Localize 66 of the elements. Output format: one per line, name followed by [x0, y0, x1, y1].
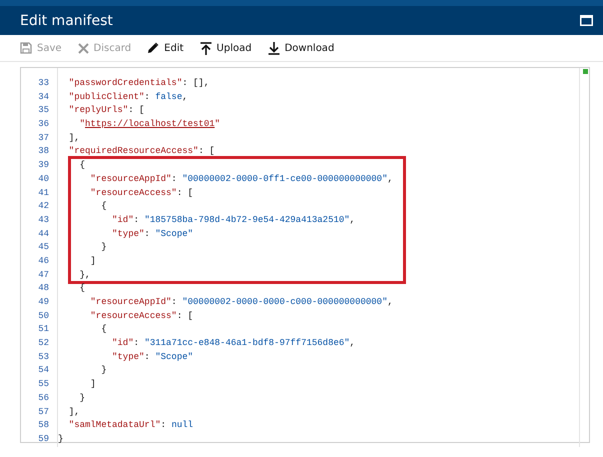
code-line: }, [78, 268, 90, 282]
download-icon [268, 42, 280, 54]
line-number: 37 [37, 132, 50, 145]
code-line: } [78, 392, 86, 405]
line-number: 53 [37, 350, 50, 364]
line-number: 36 [37, 118, 50, 132]
scrollbar[interactable] [579, 68, 589, 447]
line-number: 48 [37, 282, 50, 296]
line-number: 40 [37, 172, 50, 186]
save-icon [20, 42, 32, 54]
line-number: 35 [37, 104, 50, 118]
line-number: 49 [37, 296, 50, 309]
line-number: 54 [37, 364, 50, 378]
scroll-marker [583, 69, 588, 74]
code-line: "type": "Scope" [111, 350, 194, 364]
line-number: 46 [37, 254, 50, 268]
line-number: 55 [37, 378, 50, 392]
code-line: "publicClient": false, [68, 90, 188, 104]
code-line: { [100, 200, 107, 214]
code-line: { [100, 323, 107, 336]
code-line: "resourceAccess": [ [89, 310, 194, 323]
line-number: 33 [37, 77, 50, 90]
code-line: "resourceAppId": "00000002-0000-0000-c000-000000000000", [89, 296, 393, 309]
edit-button[interactable]: Edit [145, 40, 186, 56]
line-number: 39 [37, 159, 50, 172]
code-line: "samlMetadataUrl": null [68, 419, 194, 432]
code-line: } [57, 432, 64, 446]
line-number: 58 [37, 419, 50, 432]
line-number: 44 [37, 228, 50, 241]
line-number: 45 [37, 241, 50, 254]
line-number: 43 [37, 214, 50, 227]
edit-icon [147, 42, 160, 54]
code-line: ], [68, 406, 80, 418]
download-button[interactable]: Download [266, 40, 336, 56]
code-line: "https://localhost/test01" [78, 118, 220, 132]
line-number: 57 [37, 406, 50, 418]
code-line: { [78, 159, 86, 172]
upload-button[interactable]: Upload [198, 40, 254, 56]
code-line: } [100, 364, 107, 378]
code-line: "resourceAccess": [ [89, 186, 194, 200]
code-line: ] [89, 254, 96, 268]
line-number: 52 [37, 337, 50, 350]
code-line: } [100, 241, 107, 254]
window-title: Edit manifest [20, 12, 113, 28]
line-number: 41 [37, 186, 50, 200]
code-line: "passwordCredentials": [], [68, 77, 210, 90]
code-line: ], [68, 132, 80, 145]
line-number: 38 [37, 145, 50, 158]
code-line: "id": "185758ba-798d-4b72-9e54-429a413a2510", [111, 214, 356, 227]
code-line: "resourceAppId": "00000002-0000-0ff1-ce00-000000000000", [89, 172, 393, 186]
code-line: { [78, 282, 86, 296]
code-line: "type": "Scope" [111, 228, 194, 241]
line-number: 51 [37, 323, 50, 336]
line-number: 56 [37, 392, 50, 405]
code-line: "requiredResourceAccess": [ [68, 145, 215, 158]
discard-icon [78, 42, 89, 54]
line-number: 42 [37, 200, 50, 214]
code-line: "replyUrls": [ [68, 104, 144, 118]
line-number: 50 [37, 310, 50, 323]
maximize-icon[interactable] [580, 15, 593, 26]
line-number: 47 [37, 268, 50, 282]
upload-icon [200, 42, 212, 54]
code-line: ] [89, 378, 96, 392]
code-line: "id": "311a71cc-e848-46a1-bdf8-97ff7156d8e6", [111, 337, 356, 350]
line-number: 34 [37, 90, 50, 104]
line-number: 59 [37, 432, 50, 446]
